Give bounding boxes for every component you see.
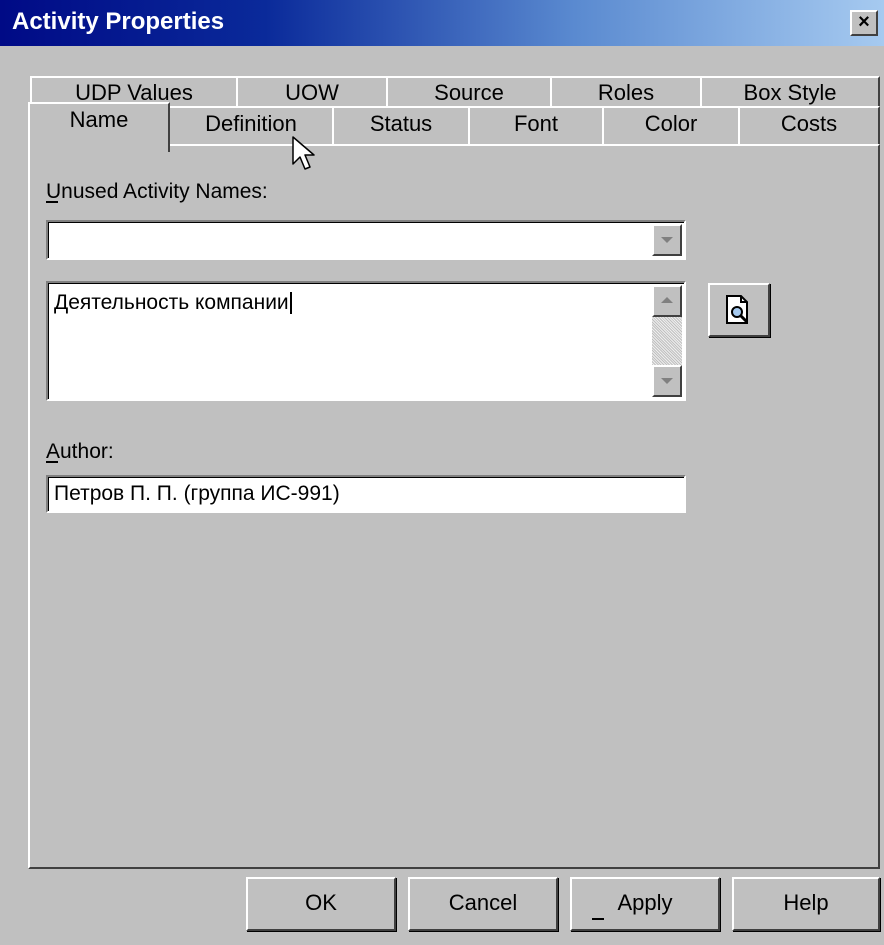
accelerator-underline [46,461,58,463]
activity-name-textarea[interactable]: Деятельность компании [46,281,686,401]
scroll-down-button[interactable] [652,365,682,397]
ok-button[interactable]: OK [246,877,396,931]
help-button[interactable]: Help [732,877,880,931]
unused-names-combo[interactable] [46,220,686,260]
scroll-up-button[interactable] [652,285,682,317]
author-field[interactable]: Петров П. П. (группа ИС-991) [46,475,686,513]
activity-properties-dialog: Activity Properties × UDP Values UOW Sou… [0,0,884,945]
accelerator-underline [592,918,604,920]
window-title: Activity Properties [12,8,225,35]
unused-names-label: Unused Activity Names: [46,180,268,203]
browse-button[interactable] [708,283,770,337]
tab-name[interactable]: Name [28,102,170,152]
scroll-down-icon [661,378,673,384]
close-icon: × [858,11,870,33]
activity-name-value: Деятельность компании [54,291,289,314]
tab-color[interactable]: Color [602,106,740,146]
title-bar[interactable]: Activity Properties × [0,0,884,46]
apply-button[interactable]: Apply [570,877,720,931]
tab-status[interactable]: Status [332,106,470,146]
tab-font[interactable]: Font [468,106,604,146]
scroll-track[interactable] [652,317,682,365]
scroll-up-icon [661,297,673,303]
tab-costs[interactable]: Costs [738,106,880,146]
cancel-button[interactable]: Cancel [408,877,558,931]
close-button[interactable]: × [850,10,878,36]
mouse-pointer-icon [292,136,315,170]
combo-dropdown-button[interactable] [652,224,682,256]
chevron-down-icon [661,237,673,243]
text-caret [289,292,292,315]
document-magnifier-icon [726,295,749,324]
accelerator-underline [46,201,58,203]
